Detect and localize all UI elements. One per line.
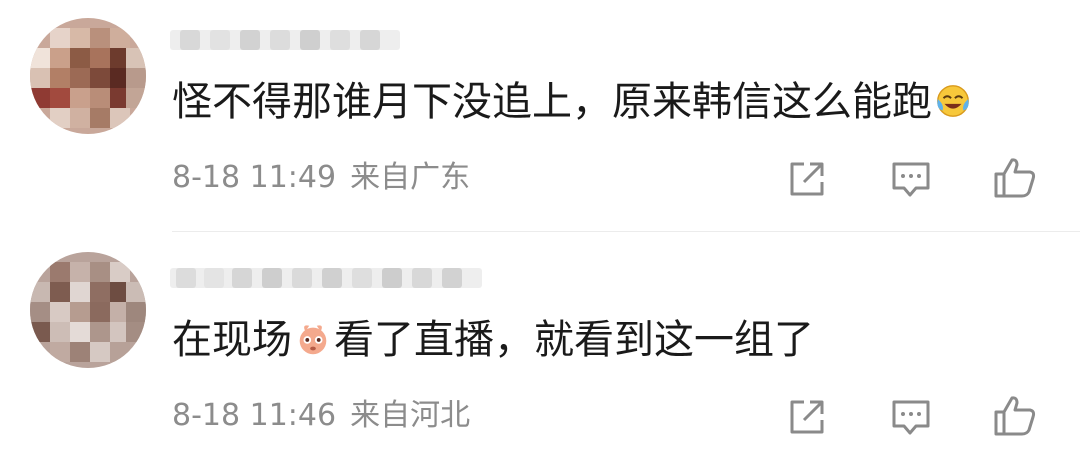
thumbs-up-icon[interactable]: [992, 392, 1038, 438]
comment-location: 来自广东: [350, 160, 471, 195]
avatar[interactable]: [30, 18, 146, 134]
comment-text-main: 在现场: [172, 317, 292, 363]
share-icon[interactable]: [784, 394, 830, 440]
cute-face-emoji: [299, 325, 327, 355]
comment-meta: 8-18 11:46 来自河北: [172, 398, 470, 434]
comment-item: 怪不得那谁月下没追上，原来韩信这么能跑 8-18 11:49 来自广东: [0, 0, 1080, 232]
share-icon[interactable]: [784, 156, 830, 202]
comment-meta: 8-18 11:49 来自广东: [172, 160, 470, 196]
thumbs-up-icon[interactable]: [992, 154, 1038, 200]
username-blurred: [170, 22, 410, 56]
comment-item: 在现场 看了直播，就看到这一组了 8-18 11:46 来自河北: [0, 232, 1080, 460]
comment-text: 怪不得那谁月下没追上，原来韩信这么能跑: [172, 78, 974, 126]
avatar[interactable]: [30, 252, 146, 368]
comment-time: 8-18 11:49: [172, 160, 337, 195]
laughing-tears-emoji: [937, 85, 969, 117]
comment-location: 来自河北: [350, 398, 471, 433]
comment-text-rest: 看了直播，就看到这一组了: [334, 317, 814, 363]
comment-text: 在现场 看了直播，就看到这一组了: [172, 316, 814, 364]
comment-time: 8-18 11:46: [172, 398, 337, 433]
comment-icon[interactable]: [888, 156, 934, 202]
comment-icon[interactable]: [888, 394, 934, 440]
username-blurred: [170, 260, 490, 294]
comment-text-main: 怪不得那谁月下没追上，原来韩信这么能跑: [172, 79, 932, 125]
